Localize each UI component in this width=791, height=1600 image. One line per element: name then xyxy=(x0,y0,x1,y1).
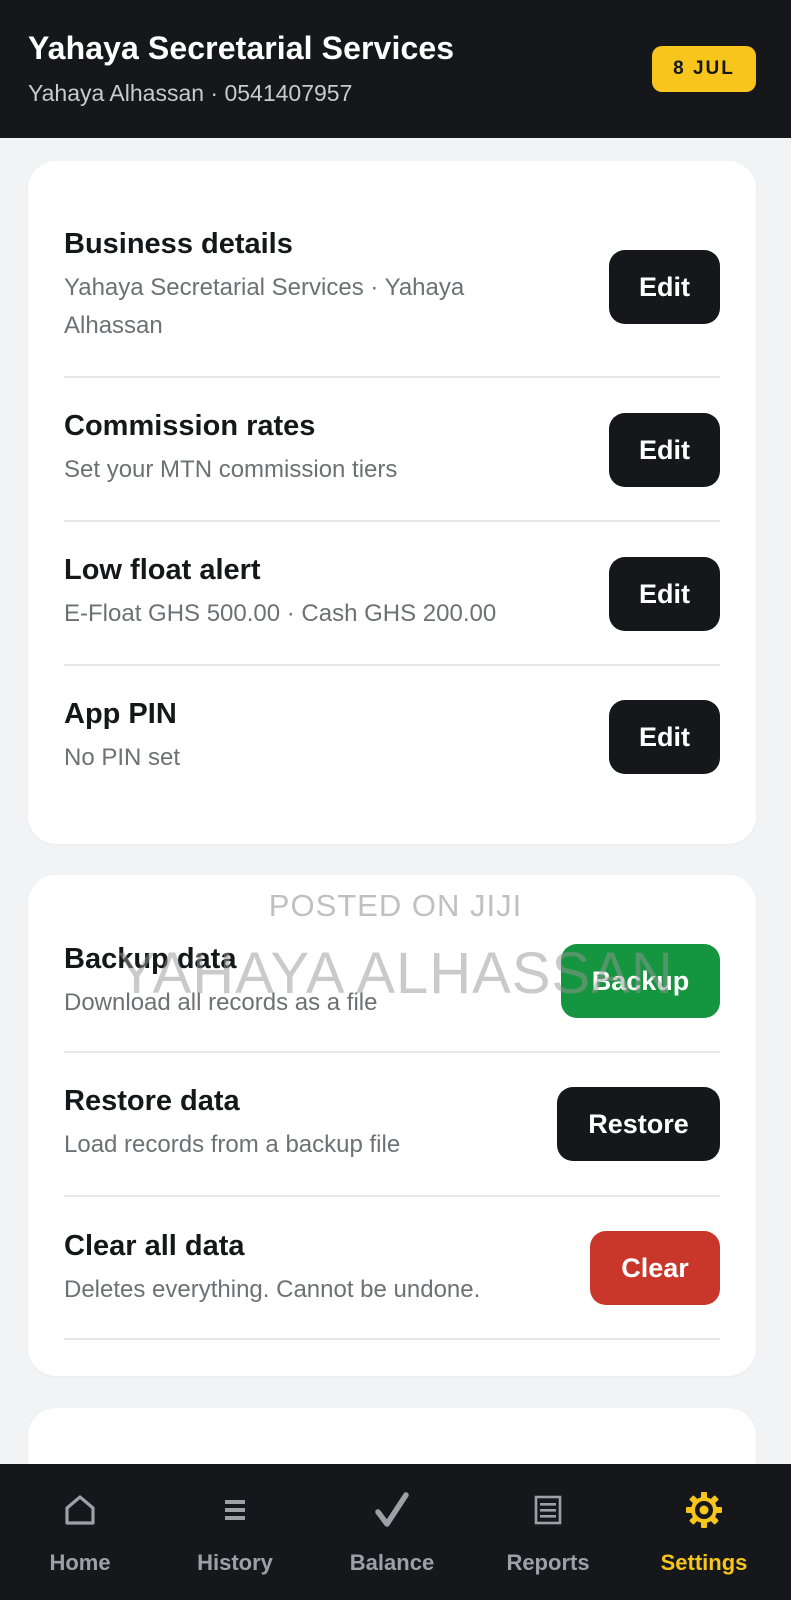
data-row-clear: Clear all data Deletes everything. Canno… xyxy=(64,1197,720,1340)
settings-card: Business details Yahaya Secretarial Serv… xyxy=(28,161,756,844)
nav-label: History xyxy=(197,1550,273,1575)
row-description: E-Float GHS 500.00 · Cash GHS 200.00 xyxy=(64,600,497,627)
nav-label: Balance xyxy=(349,1550,435,1575)
edit-commission-rates-button[interactable]: Edit xyxy=(609,413,720,487)
app-subtitle: Yahaya Alhassan · 0541407957 xyxy=(28,80,353,106)
edit-business-details-button[interactable]: Edit xyxy=(609,250,720,324)
bottom-nav: Home History Balance Reports Settings xyxy=(0,1464,791,1600)
row-title: Low float alert xyxy=(64,554,261,586)
divider xyxy=(64,1338,720,1340)
row-title: Restore data xyxy=(64,1085,240,1117)
settings-row-low-float-alert: Low float alert E-Float GHS 500.00 · Cas… xyxy=(64,522,720,666)
settings-row-commission-rates: Commission rates Set your MTN commission… xyxy=(64,378,720,522)
nav-item-settings[interactable]: Settings xyxy=(625,1464,783,1600)
settings-row-business-details: Business details Yahaya Secretarial Serv… xyxy=(64,161,720,378)
row-description: Set your MTN commission tiers xyxy=(64,456,398,483)
nav-item-balance[interactable]: Balance xyxy=(313,1464,471,1600)
row-description: Download all records as a file xyxy=(64,989,378,1016)
app-title: Yahaya Secretarial Services xyxy=(28,30,455,66)
nav-item-reports[interactable]: Reports xyxy=(469,1464,627,1600)
row-title: App PIN xyxy=(64,698,177,730)
row-title: Clear all data xyxy=(64,1230,245,1262)
report-icon xyxy=(469,1488,627,1532)
nav-item-home[interactable]: Home xyxy=(1,1464,159,1600)
data-management-card: Backup data Download all records as a fi… xyxy=(28,875,756,1376)
home-icon xyxy=(1,1488,159,1532)
settings-row-app-pin: App PIN No PIN set Edit xyxy=(64,666,720,810)
row-description: Yahaya Secretarial Services · Yahaya Alh… xyxy=(64,274,465,339)
edit-low-float-alert-button[interactable]: Edit xyxy=(609,557,720,631)
list-icon xyxy=(156,1488,314,1532)
gear-icon xyxy=(625,1488,783,1532)
row-title: Business details xyxy=(64,228,293,260)
edit-app-pin-button[interactable]: Edit xyxy=(609,700,720,774)
backup-button[interactable]: Backup xyxy=(561,944,720,1018)
restore-button[interactable]: Restore xyxy=(557,1087,720,1161)
row-title: Backup data xyxy=(64,943,237,975)
nav-label: Settings xyxy=(660,1550,748,1575)
row-description: Deletes everything. Cannot be undone. xyxy=(64,1276,481,1303)
checkmark-icon xyxy=(313,1488,471,1532)
nav-label: Reports xyxy=(506,1550,590,1575)
row-description: No PIN set xyxy=(64,744,181,771)
nav-label: Home xyxy=(49,1550,111,1575)
row-description: Load records from a backup file xyxy=(64,1131,401,1158)
data-row-restore: Restore data Load records from a backup … xyxy=(64,1053,720,1197)
app-header: Yahaya Secretarial Services Yahaya Alhas… xyxy=(0,0,791,138)
clear-button[interactable]: Clear xyxy=(590,1231,720,1305)
data-row-backup: Backup data Download all records as a fi… xyxy=(64,875,720,1053)
date-badge: 8 JUL xyxy=(652,46,756,92)
row-title: Commission rates xyxy=(64,410,316,442)
nav-item-history[interactable]: History xyxy=(156,1464,314,1600)
